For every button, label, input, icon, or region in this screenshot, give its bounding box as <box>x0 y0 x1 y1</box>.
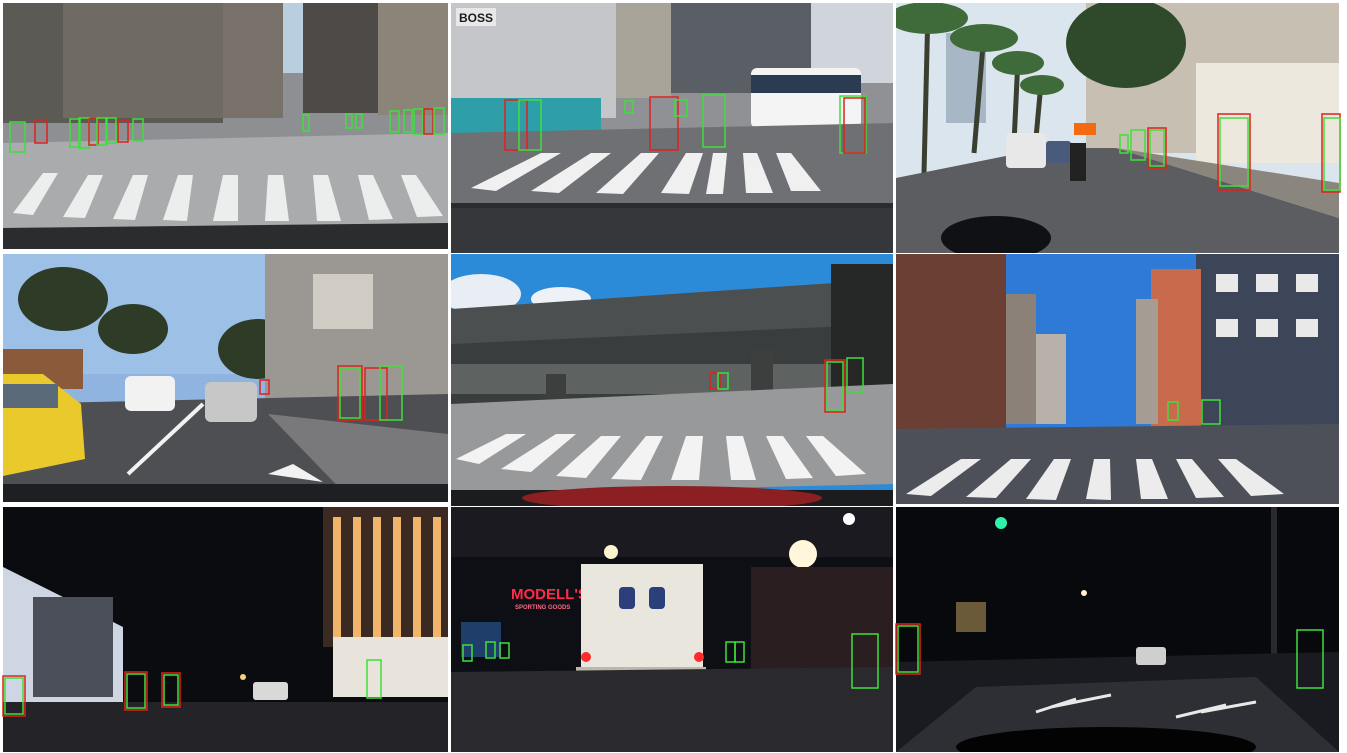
green-detection-box <box>379 365 403 421</box>
green-detection-box <box>851 633 879 689</box>
red-detection-box <box>895 623 921 675</box>
red-detection-box <box>423 108 434 135</box>
green-detection-box <box>1167 401 1179 421</box>
green-detection-box <box>1219 117 1249 187</box>
detection-box-layer <box>2 94 1341 717</box>
green-detection-box <box>624 100 634 114</box>
green-detection-box <box>897 625 919 673</box>
green-detection-box <box>1119 134 1129 154</box>
green-detection-box <box>826 361 844 411</box>
green-detection-box <box>485 641 496 659</box>
red-detection-box <box>259 379 270 395</box>
green-detection-box <box>389 110 400 133</box>
green-detection-box <box>1130 129 1146 161</box>
green-detection-box <box>339 367 361 419</box>
green-detection-box <box>462 644 473 662</box>
green-detection-box <box>413 108 424 135</box>
green-detection-box <box>355 113 363 129</box>
green-detection-box <box>1296 629 1324 689</box>
red-detection-box <box>504 99 528 151</box>
green-detection-box <box>366 659 382 699</box>
green-detection-box <box>126 673 146 709</box>
green-detection-box <box>846 357 864 393</box>
red-detection-box <box>843 97 866 154</box>
green-detection-box <box>1323 117 1341 191</box>
image-grid: BOSS MODELL'S SPORTING GOODS <box>0 0 1347 753</box>
red-detection-box <box>337 365 363 421</box>
red-detection-box <box>1217 113 1251 191</box>
green-detection-box <box>433 107 445 135</box>
green-detection-box <box>302 114 310 132</box>
green-detection-box <box>9 121 26 153</box>
green-detection-box <box>4 677 24 715</box>
red-detection-box <box>124 671 148 711</box>
green-detection-box <box>1149 129 1165 167</box>
green-detection-box <box>403 109 413 133</box>
green-detection-box <box>345 113 353 129</box>
green-detection-box <box>734 641 745 663</box>
red-detection-box <box>649 96 679 151</box>
red-detection-box <box>364 367 388 421</box>
green-detection-box <box>518 99 542 151</box>
red-detection-box <box>2 675 26 717</box>
green-detection-box <box>1201 399 1221 425</box>
green-detection-box <box>163 674 179 706</box>
red-detection-box <box>117 119 129 143</box>
green-detection-box <box>702 94 726 148</box>
red-detection-box <box>34 120 48 144</box>
green-detection-box <box>725 641 736 663</box>
green-detection-box <box>132 118 144 142</box>
green-detection-box <box>499 642 510 659</box>
red-detection-box <box>824 359 846 413</box>
green-detection-box <box>674 99 688 117</box>
